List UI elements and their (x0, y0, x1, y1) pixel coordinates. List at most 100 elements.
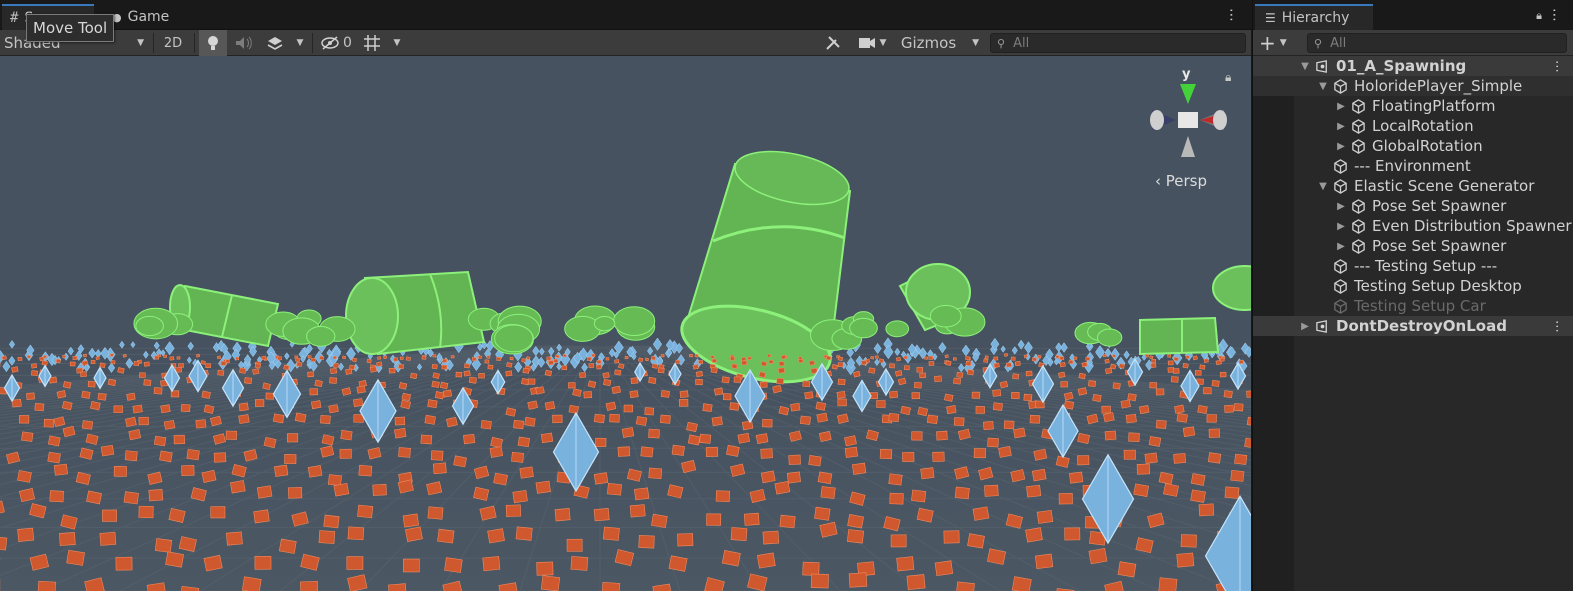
orange-cube (1025, 370, 1033, 377)
orange-cube (81, 390, 91, 399)
orange-cube (139, 372, 146, 378)
hierarchy-item[interactable]: ▶ FloatingPlatform (1253, 96, 1573, 116)
hierarchy-item[interactable]: --- Environment (1253, 156, 1573, 176)
orange-cube (41, 360, 48, 366)
scene-viewport[interactable]: y 🔒︎ ‹ Persp (0, 56, 1251, 591)
orange-cube (1059, 361, 1066, 368)
orange-cube (404, 526, 423, 542)
orange-cube (591, 353, 596, 358)
camera-settings-button[interactable]: ▼ (852, 30, 892, 56)
2d-toggle-button[interactable]: 2D (158, 30, 188, 56)
speaker-icon (236, 36, 252, 50)
hierarchy-item[interactable]: ▶ Pose Set Spawner (1253, 236, 1573, 256)
tab-hierarchy[interactable]: ☰ Hierarchy (1255, 4, 1373, 30)
orange-cube (588, 363, 595, 368)
hierarchy-item[interactable]: ▶ LocalRotation (1253, 116, 1573, 136)
orange-cube (868, 367, 876, 374)
tools-button[interactable] (820, 30, 846, 56)
orange-cube (953, 377, 962, 385)
lighting-toggle-button[interactable] (199, 30, 227, 56)
hierarchy-item[interactable]: ▶ Pose Set Spawner (1253, 196, 1573, 216)
orange-cube (81, 420, 94, 430)
orange-cube (920, 467, 935, 480)
orange-cube (515, 526, 533, 541)
orange-cube (982, 421, 994, 431)
orange-cube (11, 366, 19, 373)
hierarchy-scene-row[interactable]: ▼ 01_A_Spawning ⋯ (1253, 56, 1573, 76)
orange-cube (307, 371, 315, 378)
orange-cube (847, 514, 864, 529)
orange-cube (486, 355, 491, 359)
orientation-gizmo[interactable] (1150, 84, 1227, 157)
orange-cube (945, 360, 952, 366)
orange-cube (804, 391, 814, 400)
orange-cube (657, 367, 665, 374)
hierarchy-item[interactable]: ▼ Elastic Scene Generator (1253, 176, 1573, 196)
grid-dropdown[interactable]: ▼ (388, 30, 406, 56)
foldout-collapsed-icon[interactable]: ▶ (1333, 101, 1349, 112)
foldout-expanded-icon[interactable]: ▼ (1315, 81, 1331, 92)
gizmos-dropdown[interactable]: Gizmos ▼ (896, 30, 984, 56)
hierarchy-search-input[interactable]: ⚲ All (1307, 33, 1567, 53)
scene-row-more-icon[interactable]: ⋯ (1549, 60, 1564, 72)
hierarchy-item[interactable]: ▶ Even Distribution Spawner (1253, 216, 1573, 236)
hierarchy-item[interactable]: Testing Setup Desktop (1253, 276, 1573, 296)
orange-cube (220, 361, 227, 366)
orange-cube (776, 377, 785, 385)
scene-row-more-icon[interactable]: ⋯ (1549, 320, 1564, 332)
hierarchy-scene-row[interactable]: ▶ DontDestroyOnLoad ⋯ (1253, 316, 1573, 336)
hierarchy-item[interactable]: ▶ GlobalRotation (1253, 136, 1573, 156)
orange-cube (284, 454, 297, 464)
hierarchy-item[interactable]: --- Testing Setup --- (1253, 256, 1573, 276)
orange-cube (1058, 371, 1066, 379)
orange-cube (651, 363, 659, 369)
foldout-expanded-icon[interactable]: ▼ (1297, 61, 1313, 72)
lock-icon[interactable]: 🔒︎ (1536, 9, 1542, 23)
orange-cube (115, 556, 133, 571)
scene-search-input[interactable]: ⚲ All (990, 33, 1246, 53)
audio-toggle-button[interactable] (230, 30, 258, 56)
orange-cube (725, 444, 740, 457)
orange-cube (762, 418, 773, 428)
orange-cube (496, 356, 502, 361)
orange-cube (816, 412, 828, 423)
orange-cube (165, 551, 184, 568)
tab-game[interactable]: ● Game (104, 4, 177, 30)
effects-dropdown[interactable]: ▼ (292, 30, 308, 56)
foldout-collapsed-icon[interactable]: ▶ (1333, 201, 1349, 212)
hierarchy-more-icon[interactable]: ⋯ (1546, 8, 1562, 21)
projection-toggle[interactable]: ‹ Persp (1155, 172, 1207, 190)
effects-toggle-button[interactable] (260, 30, 290, 56)
orange-cube (644, 407, 655, 416)
orange-cube (487, 364, 494, 370)
foldout-collapsed-icon[interactable]: ▶ (1333, 241, 1349, 252)
foldout-expanded-icon[interactable]: ▼ (1315, 181, 1331, 192)
orange-cube (660, 390, 670, 398)
orange-cube (430, 450, 444, 461)
orange-cube (394, 427, 407, 439)
orange-cube (332, 355, 337, 360)
orange-cube (540, 432, 554, 444)
orange-cube (903, 355, 908, 360)
orange-cube (1208, 428, 1221, 438)
orange-cube (81, 360, 88, 366)
grid-toggle-button[interactable] (360, 30, 384, 56)
foldout-collapsed-icon[interactable]: ▶ (1333, 121, 1349, 132)
add-object-button[interactable]: + ▼ (1259, 31, 1295, 55)
layers-icon (267, 37, 283, 50)
hierarchy-panel: ☰ Hierarchy 🔒︎ ⋯ + ▼ ⚲ All ▼ 01_A_Spawnin… (1252, 0, 1573, 591)
hierarchy-item[interactable]: Testing Setup Car (1253, 296, 1573, 316)
foldout-collapsed-icon[interactable]: ▶ (1297, 321, 1313, 332)
hierarchy-item[interactable]: ▼ HoloridePlayer_Simple (1253, 76, 1573, 96)
orange-cube (122, 353, 127, 358)
orange-cube (388, 583, 407, 591)
orange-cube (256, 485, 273, 499)
lock-icon[interactable]: 🔒︎ (1225, 70, 1231, 85)
scene-render (0, 84, 1251, 591)
gameobject-cube-icon (1331, 158, 1349, 174)
foldout-collapsed-icon[interactable]: ▶ (1333, 141, 1349, 152)
scene-visibility-button[interactable]: 0 (316, 30, 356, 56)
scene-more-icon[interactable]: ⋯ (1223, 8, 1239, 21)
orange-cube (180, 403, 191, 413)
foldout-collapsed-icon[interactable]: ▶ (1333, 221, 1349, 232)
